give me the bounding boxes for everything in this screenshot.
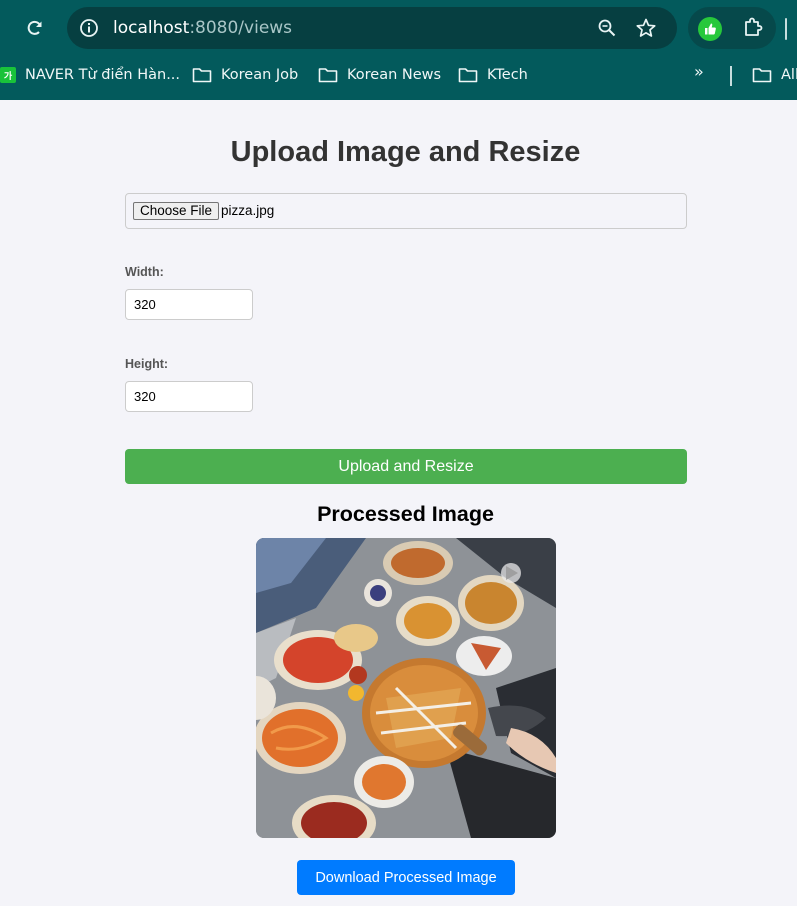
address-bar[interactable]: localhost:8080/views [67, 7, 677, 49]
url-path: :8080/views [189, 18, 293, 38]
zoom-icon[interactable] [597, 18, 617, 43]
bookmark-ktech[interactable]: KTech [458, 56, 528, 94]
bookmark-korean-news[interactable]: Korean News [318, 56, 441, 94]
height-label: Height: [125, 357, 169, 371]
bookmarks-divider [730, 66, 732, 86]
processed-image-heading: Processed Image [317, 502, 494, 526]
width-input[interactable]: 320 [125, 289, 253, 320]
bookmarks-bar: 가 NAVER Từ điển Hàn... Korean Job Korean… [0, 56, 797, 94]
selected-file-name: pizza.jpg [221, 203, 275, 218]
more-bookmarks-chevron-icon[interactable]: » [694, 62, 704, 81]
extension-thumbs-up-icon[interactable] [698, 17, 722, 41]
download-processed-image-button[interactable]: Download Processed Image [297, 860, 515, 895]
height-input[interactable]: 320 [125, 381, 253, 412]
folder-icon [458, 68, 478, 83]
browser-toolbar: localhost:8080/views [0, 0, 797, 56]
folder-icon [752, 68, 772, 83]
width-label: Width: [125, 265, 164, 279]
folder-icon [318, 68, 338, 83]
upload-and-resize-button[interactable]: Upload and Resize [125, 449, 687, 484]
site-info-icon[interactable] [79, 18, 99, 38]
bookmark-label: Korean Job [221, 67, 299, 83]
bookmark-label: Korean News [347, 67, 442, 83]
toolbar-divider [785, 18, 787, 40]
url-host: localhost [113, 18, 190, 38]
browser-chrome: localhost:8080/views 가 NAVER Từ điển Hàn… [0, 0, 797, 100]
bookmark-label: KTech [487, 67, 528, 83]
bookmark-label: NAVER Từ điển Hàn... [25, 67, 181, 83]
bookmark-star-icon[interactable] [635, 17, 657, 44]
url-text[interactable]: localhost:8080/views [113, 18, 292, 38]
file-input[interactable]: Choose File pizza.jpg [125, 193, 687, 229]
bookmark-label: All [781, 67, 797, 83]
naver-icon: 가 [0, 67, 16, 83]
extensions-puzzle-icon[interactable] [742, 15, 766, 44]
folder-icon [192, 68, 212, 83]
page-content: Upload Image and Resize Choose File pizz… [0, 100, 797, 906]
choose-file-button[interactable]: Choose File [133, 202, 220, 220]
page-title: Upload Image and Resize [230, 136, 581, 168]
bookmark-korean-job[interactable]: Korean Job [192, 56, 298, 94]
processed-image [256, 538, 556, 838]
reload-icon[interactable] [22, 15, 48, 41]
bookmark-naver[interactable]: 가 NAVER Từ điển Hàn... [0, 56, 180, 94]
bookmark-all-bookmarks[interactable]: All [752, 56, 797, 94]
